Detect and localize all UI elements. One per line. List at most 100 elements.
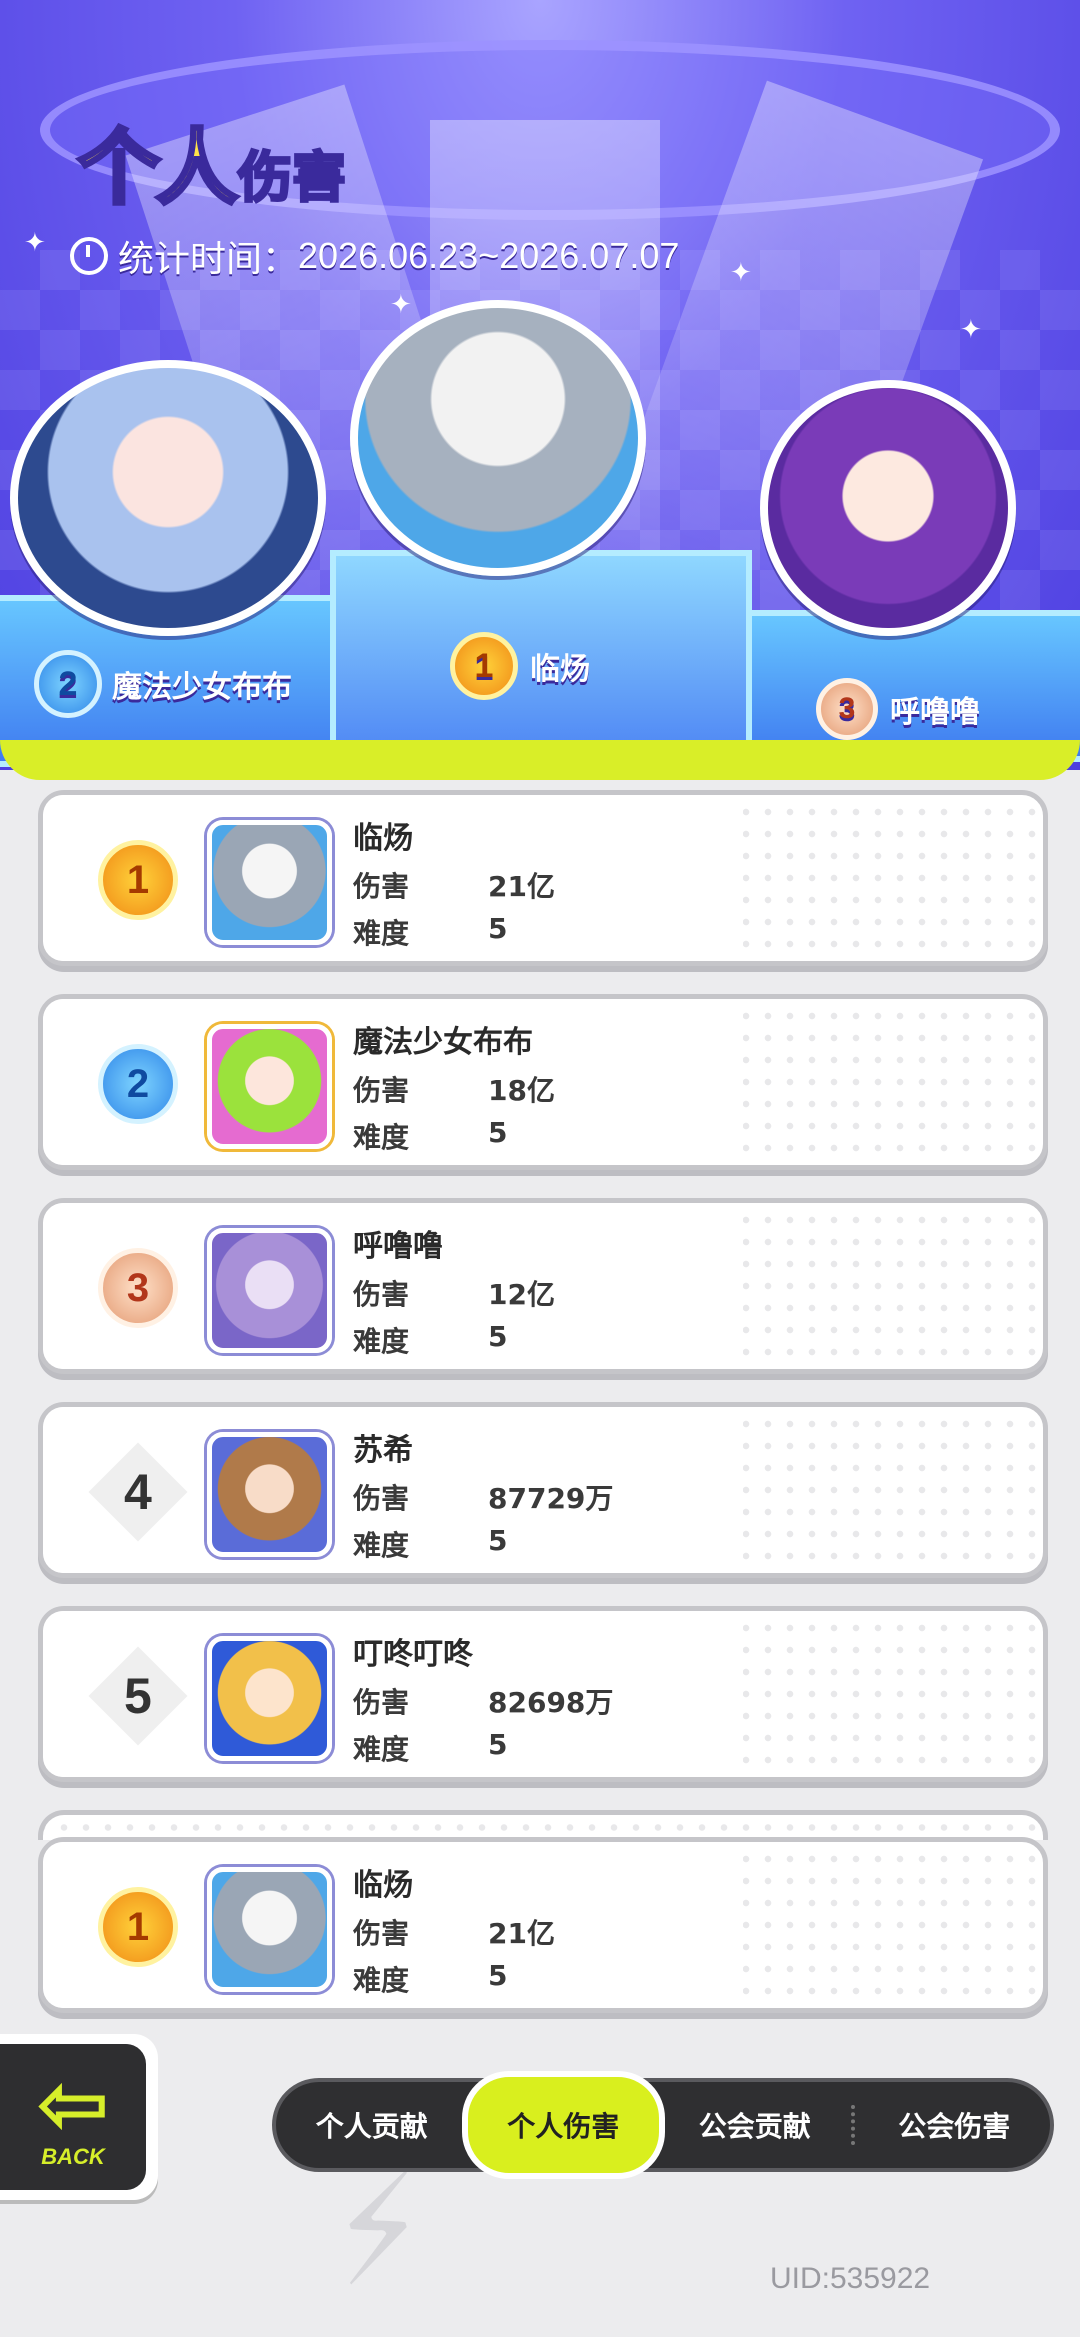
difficulty-stat: 难度 5	[353, 912, 507, 952]
rank-number: 5	[124, 1668, 152, 1724]
player-name: 叮咚叮咚	[353, 1637, 473, 1672]
damage-value: 18亿	[488, 1074, 555, 1107]
character-second[interactable]	[10, 360, 326, 636]
podium-name: 魔法少女布布	[112, 670, 292, 705]
difficulty-value: 5	[488, 1959, 508, 1992]
damage-label: 伤害	[353, 1686, 410, 1719]
damage-label: 伤害	[353, 1074, 410, 1107]
tab-personal-damage[interactable]: 个人伤害	[461, 2070, 665, 2180]
difficulty-stat: 难度 5	[353, 1116, 507, 1156]
damage-value: 82698万	[488, 1686, 614, 1719]
damage-stat: 伤害 12亿	[353, 1273, 555, 1313]
difficulty-value: 5	[488, 1116, 508, 1149]
damage-label: 伤害	[353, 870, 410, 903]
stat-period: 统计时间： 2026.06.23~2026.07.07	[70, 230, 679, 282]
avatar[interactable]	[207, 1432, 332, 1557]
damage-stat: 伤害 21亿	[353, 1912, 555, 1952]
list-item-partial	[38, 1810, 1048, 1840]
tab-guild-contribution[interactable]: 公会贡献	[659, 2082, 851, 2168]
rank-indicator: 1	[93, 1882, 183, 1972]
list-item[interactable]: 2 魔法少女布布 伤害 18亿 难度 5	[38, 994, 1048, 1170]
rank-badge-gold: 1	[98, 840, 178, 920]
rank-number: 4	[124, 1464, 152, 1520]
user-id: UID:535922	[770, 2262, 931, 2295]
rank-indicator: 1	[93, 835, 183, 925]
podium-label-first: 1 临炀	[450, 632, 590, 700]
list-item[interactable]: 3 呼噜噜 伤害 12亿 难度 5	[38, 1198, 1048, 1374]
tab-personal-contribution[interactable]: 个人贡献	[276, 2082, 468, 2168]
damage-value: 12亿	[488, 1278, 555, 1311]
sparkle-icon: ✦	[390, 290, 412, 320]
tab-divider	[850, 2105, 859, 2145]
damage-label: 伤害	[353, 1482, 410, 1515]
player-name: 苏希	[353, 1433, 413, 1468]
self-ranking-row[interactable]: 1 临炀 伤害 21亿 难度 5	[38, 1837, 1048, 2013]
difficulty-label: 难度	[353, 1964, 410, 1997]
list-item[interactable]: 4 苏希 伤害 87729万 难度 5	[38, 1402, 1048, 1578]
list-item[interactable]: 1 临炀 伤害 21亿 难度 5	[38, 790, 1048, 966]
rank-indicator: 3	[93, 1243, 183, 1333]
hero-banner: 个人 伤害 统计时间： 2026.06.23~2026.07.07 ✦ ✦ ✦ …	[0, 0, 1080, 770]
avatar[interactable]	[207, 1867, 332, 1992]
avatar[interactable]	[207, 1024, 332, 1149]
rank-badge-bronze: 3	[98, 1248, 178, 1328]
player-name: 临炀	[353, 1868, 413, 1903]
tab-guild-damage[interactable]: 公会伤害	[859, 2082, 1051, 2168]
damage-value: 87729万	[488, 1482, 614, 1515]
rank-badge-silver: 2	[98, 1044, 178, 1124]
damage-stat: 伤害 87729万	[353, 1477, 613, 1517]
sparkle-icon: ✦	[24, 228, 46, 258]
sparkle-icon: ✦	[960, 315, 982, 345]
back-button[interactable]: ⇦ BACK	[0, 2034, 158, 2200]
difficulty-label: 难度	[353, 1529, 410, 1562]
podium-label-second: 2 魔法少女布布	[34, 650, 292, 718]
rank-badge-gold: 1	[450, 632, 518, 700]
page-title: 个人 伤害	[76, 120, 348, 220]
damage-stat: 伤害 18亿	[353, 1069, 555, 1109]
player-name: 呼噜噜	[353, 1229, 443, 1264]
difficulty-label: 难度	[353, 917, 410, 950]
avatar[interactable]	[207, 820, 332, 945]
damage-stat: 伤害 21亿	[353, 865, 555, 905]
rank-badge-gold: 1	[98, 1887, 178, 1967]
rank-number-badge: 5	[88, 1646, 188, 1746]
period-label: 统计时间：	[118, 238, 299, 279]
page-title-main: 个人	[76, 121, 240, 216]
damage-label: 伤害	[353, 1278, 410, 1311]
damage-stat: 伤害 82698万	[353, 1681, 613, 1721]
difficulty-label: 难度	[353, 1121, 410, 1154]
period-value: 2026.06.23~2026.07.07	[298, 235, 680, 276]
difficulty-stat: 难度 5	[353, 1524, 507, 1564]
character-third[interactable]	[760, 380, 1016, 636]
rank-number-badge: 4	[88, 1442, 188, 1542]
rank-badge-bronze: 3	[816, 678, 878, 740]
rank-indicator: 5	[88, 1646, 188, 1746]
slime-divider	[0, 740, 1080, 780]
difficulty-label: 难度	[353, 1325, 410, 1358]
podium-name: 呼噜噜	[890, 695, 980, 730]
difficulty-stat: 难度 5	[353, 1959, 507, 1999]
character-first[interactable]	[350, 300, 646, 576]
damage-value: 21亿	[488, 870, 555, 903]
damage-label: 伤害	[353, 1917, 410, 1950]
player-name: 魔法少女布布	[353, 1025, 533, 1060]
clock-icon	[70, 237, 108, 275]
difficulty-value: 5	[488, 1728, 508, 1761]
avatar[interactable]	[207, 1636, 332, 1761]
ranking-list[interactable]: 1 临炀 伤害 21亿 难度 5 2 魔法少女布布 伤害 18亿 难度 5 3 呼噜噜 …	[38, 790, 1048, 1840]
difficulty-value: 5	[488, 1320, 508, 1353]
difficulty-stat: 难度 5	[353, 1728, 507, 1768]
difficulty-label: 难度	[353, 1733, 410, 1766]
list-item[interactable]: 5 叮咚叮咚 伤害 82698万 难度 5	[38, 1606, 1048, 1782]
player-name: 临炀	[353, 821, 413, 856]
difficulty-value: 5	[488, 1524, 508, 1557]
avatar[interactable]	[207, 1228, 332, 1353]
podium-label-third: 3 呼噜噜	[816, 678, 980, 740]
back-label: BACK	[41, 2144, 105, 2169]
rank-indicator: 4	[88, 1442, 188, 1542]
podium-name: 临炀	[530, 652, 590, 687]
sparkle-icon: ✦	[730, 258, 752, 288]
back-arrow-icon: ⇦	[36, 2052, 110, 2155]
ranking-tab-bar[interactable]: 个人贡献 个人伤害 公会贡献 公会伤害	[272, 2070, 1054, 2180]
rank-badge-silver: 2	[34, 650, 102, 718]
